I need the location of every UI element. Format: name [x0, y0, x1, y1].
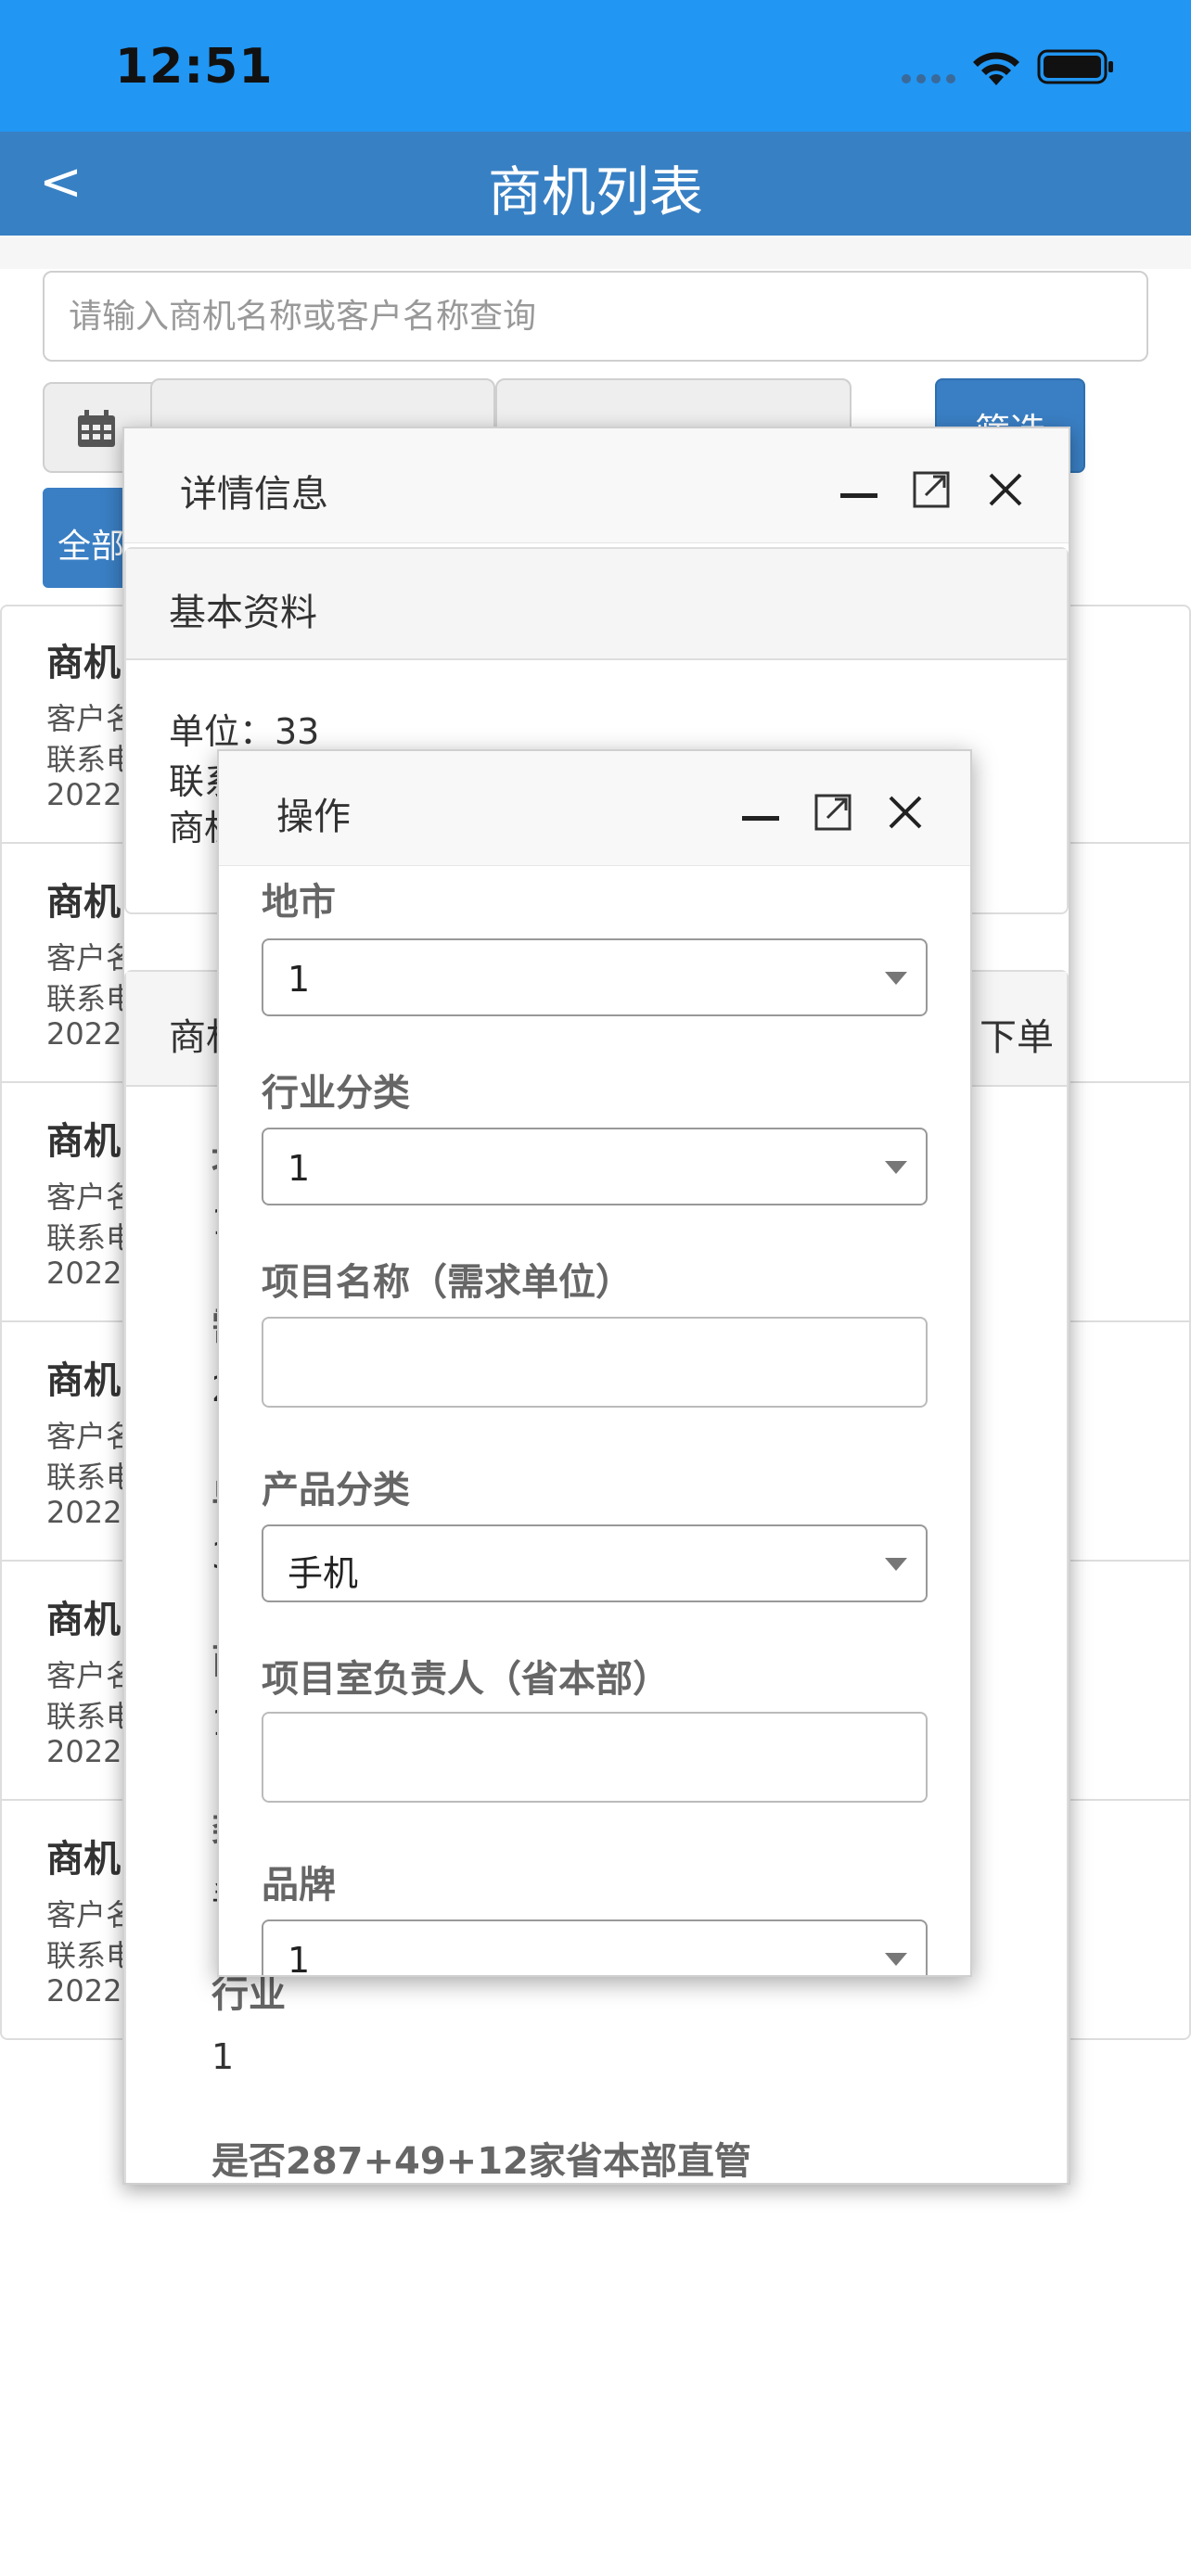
- list-item-title: 商机: [46, 642, 121, 684]
- search-input[interactable]: [43, 271, 1148, 362]
- brand-label: 品牌: [262, 1864, 336, 1906]
- project-owner-label: 项目室负责人（省本部）: [262, 1658, 670, 1701]
- list-item-date: 2022-: [46, 777, 133, 812]
- operation-dialog-header: 操作: [219, 751, 970, 866]
- battery-icon: [1037, 49, 1113, 84]
- basic-info-title: 基本资料: [169, 592, 317, 634]
- basic-info-panel-header: 基本资料: [126, 549, 1067, 660]
- city-select[interactable]: 1: [262, 938, 928, 1016]
- list-item-date: 2022-: [46, 1973, 133, 2009]
- list-item-date: 2022-: [46, 1016, 133, 1052]
- operation-dialog: 操作 地市 1 行业分类 1 项目名称（需求单位） 产品分类 手机 项目室负责人…: [217, 749, 972, 1977]
- project-owner-input[interactable]: [262, 1712, 928, 1803]
- wifi-icon: [973, 52, 1019, 85]
- caret-down-icon: [885, 972, 907, 985]
- detail-dialog-header: 详情信息: [124, 428, 1069, 543]
- list-item-date: 2022-: [46, 1734, 133, 1769]
- list-item-title: 商机: [46, 1120, 121, 1163]
- unit-text: 单位：33: [169, 711, 320, 752]
- close-icon[interactable]: [885, 792, 926, 833]
- industry-value: 1: [211, 2036, 235, 2077]
- product-category-label: 产品分类: [262, 1469, 410, 1511]
- city-select-value: 1: [288, 959, 311, 1000]
- caret-down-icon: [885, 1558, 907, 1571]
- signal-icon: [902, 74, 957, 83]
- industry-select-value: 1: [288, 1148, 311, 1189]
- list-item-title: 商机: [46, 881, 121, 924]
- page-title: 商机列表: [487, 160, 703, 223]
- brand-select-value: 1: [288, 1940, 311, 1977]
- nav-bar: < 商机列表: [0, 132, 1191, 236]
- list-item-title: 商机: [46, 1599, 121, 1641]
- list-item-title: 商机: [46, 1838, 121, 1881]
- order-label[interactable]: 下单: [980, 1007, 1054, 1061]
- close-icon[interactable]: [985, 469, 1026, 510]
- maximize-icon[interactable]: [911, 469, 952, 510]
- direct-managed-label: 是否287+49+12家省本部直管: [211, 2140, 751, 2183]
- list-item-date: 2022-: [46, 1495, 133, 1530]
- maximize-icon[interactable]: [813, 792, 853, 833]
- project-name-input[interactable]: [262, 1317, 928, 1408]
- operation-dialog-title: 操作: [276, 796, 351, 838]
- caret-down-icon: [885, 1953, 907, 1966]
- status-time: 12:51: [115, 39, 274, 95]
- search-strip: [0, 236, 1191, 269]
- status-bar: 12:51: [0, 0, 1191, 132]
- brand-select[interactable]: 1: [262, 1919, 928, 1977]
- minimize-icon[interactable]: [740, 792, 781, 833]
- list-item-date: 2022-: [46, 1256, 133, 1291]
- caret-down-icon: [885, 1161, 907, 1174]
- product-select-value: 手机: [288, 1553, 359, 1594]
- list-item-title: 商机: [46, 1359, 121, 1402]
- project-name-label: 项目名称（需求单位）: [262, 1261, 633, 1304]
- calendar-icon: [78, 410, 115, 447]
- product-category-select[interactable]: 手机: [262, 1524, 928, 1602]
- industry-category-select[interactable]: 1: [262, 1128, 928, 1205]
- detail-dialog-title: 详情信息: [180, 473, 328, 516]
- minimize-icon[interactable]: [839, 469, 879, 510]
- city-label: 地市: [262, 881, 336, 924]
- industry-category-label: 行业分类: [262, 1072, 410, 1115]
